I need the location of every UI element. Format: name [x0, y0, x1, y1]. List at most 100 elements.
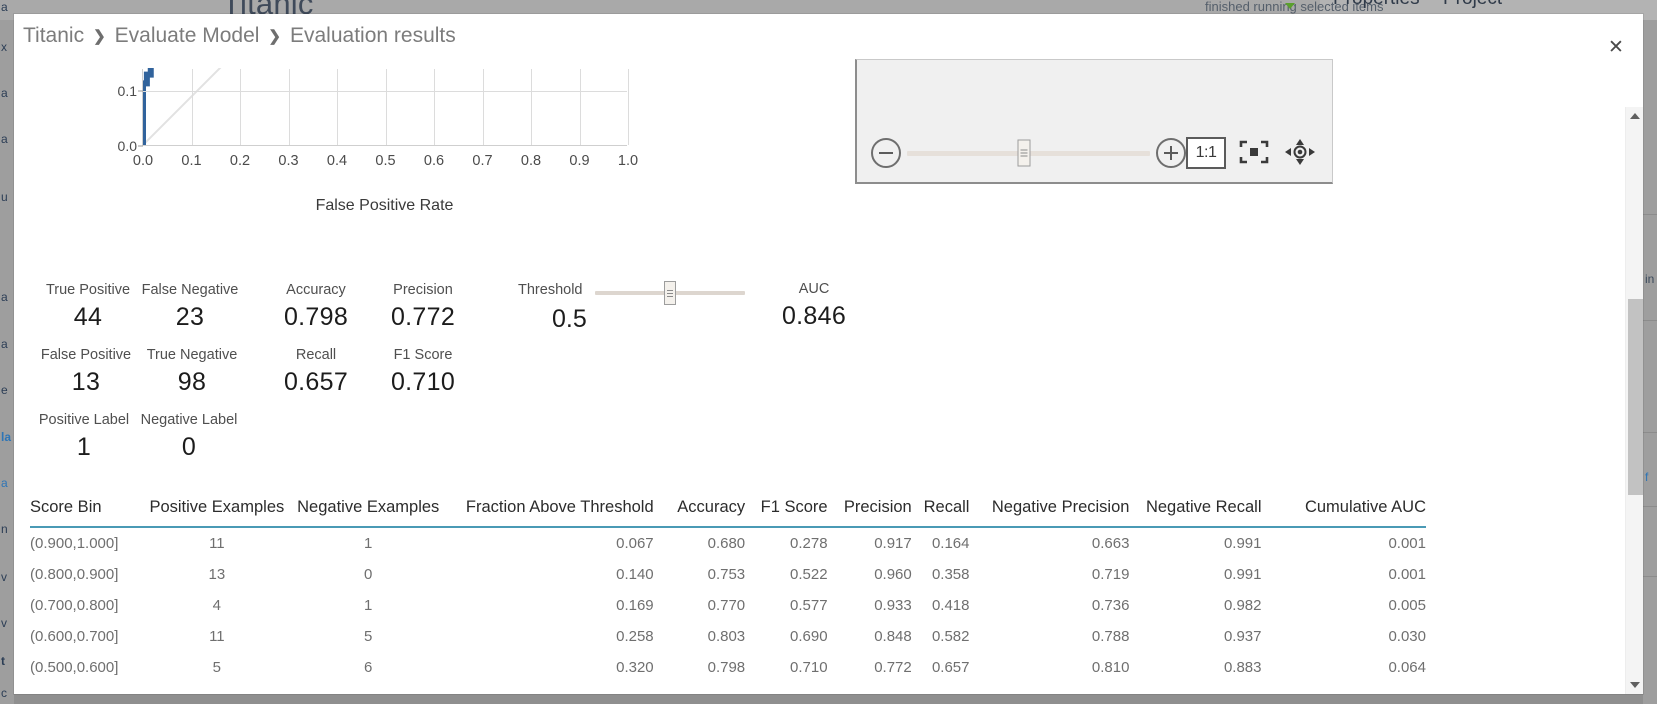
table-cell: 0.690 — [790, 628, 828, 645]
background-bottom-toolbar — [14, 694, 1643, 704]
column-header-cumulative-auc[interactable]: Cumulative AUC — [1261, 498, 1426, 528]
chart-gridline — [385, 69, 387, 145]
background-tab-project[interactable]: Project — [1443, 0, 1502, 10]
zoom-slider[interactable] — [907, 139, 1150, 167]
column-header-negative-examples[interactable]: Negative Examples — [290, 498, 446, 528]
table-cell: 5 — [212, 659, 222, 676]
scroll-up-arrow-icon[interactable] — [1626, 107, 1643, 125]
metric-value: 0.657 — [283, 368, 349, 396]
table-cell: 0.164 — [931, 535, 970, 552]
background-left-glyph: a — [1, 86, 8, 100]
table-cell: 0.064 — [1388, 659, 1426, 676]
column-header-negative-recall[interactable]: Negative Recall — [1129, 498, 1262, 528]
breadcrumb-item-evaluate-model[interactable]: Evaluate Model — [115, 24, 260, 48]
table-cell: 0 — [364, 566, 373, 583]
zoom-in-icon[interactable] — [1156, 138, 1186, 168]
dialog-scrollbar[interactable] — [1625, 107, 1643, 694]
chart-gridline — [191, 69, 193, 145]
table-row[interactable]: (0.900,1.000] 11 1 0.067 0.680 0.278 0.917 0.16… — [30, 527, 1426, 559]
chart-ytick-mark — [138, 90, 143, 92]
table-cell: 0.788 — [1091, 628, 1130, 645]
table-cell: 0.937 — [1223, 628, 1262, 645]
table-cell: 0.933 — [874, 597, 912, 614]
table-cell: 0.358 — [931, 566, 970, 583]
zoom-reset-1to1-button[interactable]: 1:1 — [1186, 137, 1226, 169]
table-row[interactable]: (0.600,0.700] 11 5 0.258 0.803 0.690 0.848 0.58… — [30, 621, 1426, 652]
table-cell: 0.798 — [707, 659, 746, 676]
column-header-f1-score[interactable]: F1 Score — [745, 498, 828, 528]
table-cell: 0.169 — [616, 597, 654, 614]
breadcrumb-item-titanic[interactable]: Titanic — [23, 24, 84, 48]
table-cell: 0.719 — [1091, 566, 1130, 583]
threshold-slider[interactable] — [595, 281, 745, 305]
pan-tool-icon[interactable] — [1282, 137, 1318, 169]
metric-label: Accuracy — [286, 282, 346, 298]
metric-negative-label: Negative Label 0 — [131, 412, 247, 462]
table-row[interactable]: (0.700,0.800] 4 1 0.169 0.770 0.577 0.933 0.418… — [30, 590, 1426, 621]
chart-xtick-label: 0.2 — [229, 153, 251, 169]
threshold-slider-thumb[interactable] — [664, 281, 676, 305]
metric-accuracy: Accuracy 0.798 — [258, 282, 374, 332]
chevron-down-icon[interactable] — [1285, 3, 1295, 9]
chart-xtick-label: 0.9 — [569, 153, 590, 169]
table-header-row: Score Bin Positive Examples Negative Exa… — [30, 498, 1426, 528]
background-tab-properties[interactable]: Properties — [1333, 0, 1420, 10]
column-header-accuracy[interactable]: Accuracy — [653, 498, 746, 528]
background-left-glyph: a — [1, 476, 8, 490]
metric-value: 0.772 — [390, 303, 456, 331]
table-cell: 0.418 — [931, 597, 970, 614]
roc-plot-area: 0.0 0.1 0.2 0.3 0.4 0.5 0.6 0.7 0.8 0.9 1.0 0.0 0.1 — [118, 68, 638, 169]
metric-value: 98 — [177, 368, 207, 396]
metric-auc: AUC 0.846 — [756, 281, 872, 331]
table-cell: 0.770 — [707, 597, 746, 614]
table-cell: 0.982 — [1223, 597, 1262, 614]
chart-xtick-label: 0.8 — [520, 153, 542, 169]
table-row[interactable]: (0.800,0.900] 13 0 0.140 0.753 0.522 0.960 0.35… — [30, 559, 1426, 590]
table-cell: 0.991 — [1223, 535, 1262, 552]
chart-xtick-label: 0.1 — [181, 153, 202, 169]
close-icon[interactable]: ✕ — [1603, 34, 1629, 60]
metric-value: 13 — [71, 368, 101, 396]
metric-recall: Recall 0.657 — [258, 347, 374, 397]
table-cell: 0.577 — [790, 597, 828, 614]
table-cell: 13 — [208, 566, 226, 583]
breadcrumb-item-evaluation-results[interactable]: Evaluation results — [290, 24, 456, 48]
table-cell: 0.140 — [616, 566, 654, 583]
scrollbar-thumb[interactable] — [1628, 299, 1643, 495]
chart-ytick-mark — [138, 145, 143, 147]
table-cell: 0.278 — [790, 535, 828, 552]
column-header-negative-precision[interactable]: Negative Precision — [969, 498, 1130, 528]
fit-to-screen-icon[interactable] — [1236, 137, 1272, 169]
table-row[interactable]: (0.500,0.600] 5 6 0.320 0.798 0.710 0.772 0.657… — [30, 652, 1426, 683]
table-cell: 0.883 — [1223, 659, 1262, 676]
scroll-down-arrow-icon[interactable] — [1626, 676, 1643, 694]
table-cell: 0.810 — [1091, 659, 1130, 676]
column-header-precision[interactable]: Precision — [827, 498, 912, 528]
table-cell: (0.700,0.800] — [30, 597, 119, 614]
zoom-out-icon[interactable] — [871, 138, 901, 168]
table-cell: 0.960 — [874, 566, 912, 583]
metric-label: Negative Label — [140, 412, 238, 428]
metric-value: 44 — [73, 303, 103, 331]
chart-gridline — [628, 69, 629, 145]
metric-value: 23 — [175, 303, 205, 331]
table-cell: (0.900,1.000] — [30, 535, 119, 552]
background-left-glyph: t — [1, 654, 5, 668]
metric-precision: Precision 0.772 — [365, 282, 481, 332]
table-cell: 0.991 — [1223, 566, 1262, 583]
column-header-fraction-above-threshold[interactable]: Fraction Above Threshold — [445, 498, 654, 528]
breadcrumb: Titanic ❯ Evaluate Model ❯ Evaluation re… — [23, 24, 456, 48]
table-cell: (0.600,0.700] — [30, 628, 119, 645]
evaluation-results-dialog: ✕ Titanic ❯ Evaluate Model ❯ Evaluation … — [14, 14, 1643, 694]
background-left-glyph: a — [1, 0, 8, 14]
background-left-glyph: c — [1, 686, 7, 700]
column-header-score-bin[interactable]: Score Bin — [30, 498, 144, 528]
chart-gridline — [482, 69, 484, 145]
column-header-recall[interactable]: Recall — [911, 498, 970, 528]
background-right-glyph: f — [1645, 470, 1649, 484]
table-cell: (0.500,0.600] — [30, 659, 119, 676]
table-cell: 0.582 — [931, 628, 970, 645]
chart-xtick-label: 0.7 — [472, 153, 493, 169]
column-header-positive-examples[interactable]: Positive Examples — [143, 498, 291, 528]
zoom-slider-thumb[interactable] — [1017, 139, 1031, 167]
